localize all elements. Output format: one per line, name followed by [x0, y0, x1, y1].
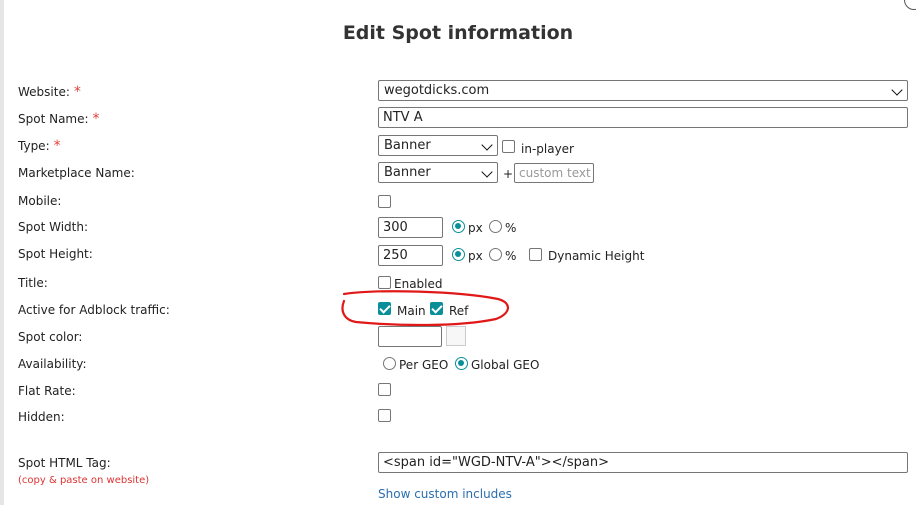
spot-html-tag-input[interactable]: <span id="WGD-NTV-A"></span>	[378, 452, 908, 473]
global-geo-radio[interactable]	[455, 357, 468, 370]
title-enabled-checkbox[interactable]	[378, 276, 391, 289]
active-adblock-label: Active for Adblock traffic:	[18, 303, 170, 317]
per-geo-radio[interactable]	[383, 357, 396, 370]
edit-spot-dialog: Edit Spot information Website: * wegotdic…	[0, 0, 916, 505]
spot-name-label: Spot Name: *	[18, 111, 100, 127]
dynamic-height-label: Dynamic Height	[548, 249, 645, 263]
in-player-checkbox[interactable]	[502, 140, 515, 153]
spot-width-input[interactable]: 300	[378, 217, 443, 238]
width-px-label: px	[468, 221, 483, 235]
spot-name-label-text: Spot Name:	[18, 112, 89, 126]
website-select[interactable]: wegotdicks.com	[378, 80, 908, 101]
height-percent-label: %	[505, 249, 517, 263]
dynamic-height-checkbox[interactable]	[529, 248, 542, 261]
hidden-checkbox[interactable]	[378, 409, 391, 422]
required-mark: *	[92, 111, 100, 127]
in-player-label: in-player	[521, 142, 574, 156]
dialog-left-edge	[0, 0, 4, 505]
website-label: Website: *	[18, 84, 81, 100]
per-geo-label: Per GEO	[399, 358, 449, 372]
flat-rate-label: Flat Rate:	[18, 384, 76, 398]
show-custom-includes-link[interactable]: Show custom includes	[378, 487, 512, 501]
chevron-down-icon	[481, 166, 493, 178]
color-swatch[interactable]	[446, 326, 466, 346]
title-label: Title:	[18, 276, 48, 290]
spot-color-label: Spot color:	[18, 330, 83, 344]
spot-height-input[interactable]: 250	[378, 245, 443, 266]
dialog-title: Edit Spot information	[342, 22, 574, 44]
chevron-down-icon	[481, 139, 493, 151]
spot-width-label: Spot Width:	[18, 220, 89, 234]
chevron-down-icon	[891, 84, 903, 96]
global-geo-label: Global GEO	[471, 358, 540, 372]
required-mark: *	[53, 138, 61, 154]
custom-text-placeholder: custom text	[519, 166, 591, 180]
type-label: Type: *	[18, 138, 61, 154]
mobile-label: Mobile:	[18, 194, 62, 208]
height-px-radio[interactable]	[452, 248, 465, 261]
spot-name-input[interactable]: NTV A	[378, 107, 908, 128]
width-px-radio[interactable]	[452, 220, 465, 233]
height-px-label: px	[468, 249, 483, 263]
marketplace-select-value: Banner	[384, 165, 431, 180]
flat-rate-checkbox[interactable]	[378, 383, 391, 396]
marketplace-select[interactable]: Banner	[378, 162, 498, 183]
spot-html-tag-label: Spot HTML Tag:	[18, 456, 111, 470]
plus-sign: +	[503, 167, 514, 181]
website-select-value: wegotdicks.com	[384, 83, 490, 98]
availability-label: Availability:	[18, 357, 87, 371]
marketplace-name-label: Marketplace Name:	[18, 166, 135, 180]
website-label-text: Website:	[18, 85, 70, 99]
mobile-checkbox[interactable]	[378, 195, 391, 208]
close-icon[interactable]	[904, 0, 916, 10]
height-percent-radio[interactable]	[489, 248, 502, 261]
spot-color-input[interactable]	[378, 326, 442, 347]
type-label-text: Type:	[18, 139, 50, 153]
width-percent-radio[interactable]	[489, 220, 502, 233]
copy-paste-note: (copy & paste on website)	[18, 475, 150, 486]
type-select-value: Banner	[384, 138, 431, 153]
spot-height-label: Spot Height:	[18, 247, 93, 261]
required-mark: *	[73, 84, 81, 100]
hidden-label: Hidden:	[18, 410, 65, 424]
custom-text-input[interactable]: custom text	[514, 163, 594, 183]
width-percent-label: %	[505, 221, 517, 235]
red-annotation-circle	[341, 290, 509, 327]
type-select[interactable]: Banner	[378, 135, 498, 156]
